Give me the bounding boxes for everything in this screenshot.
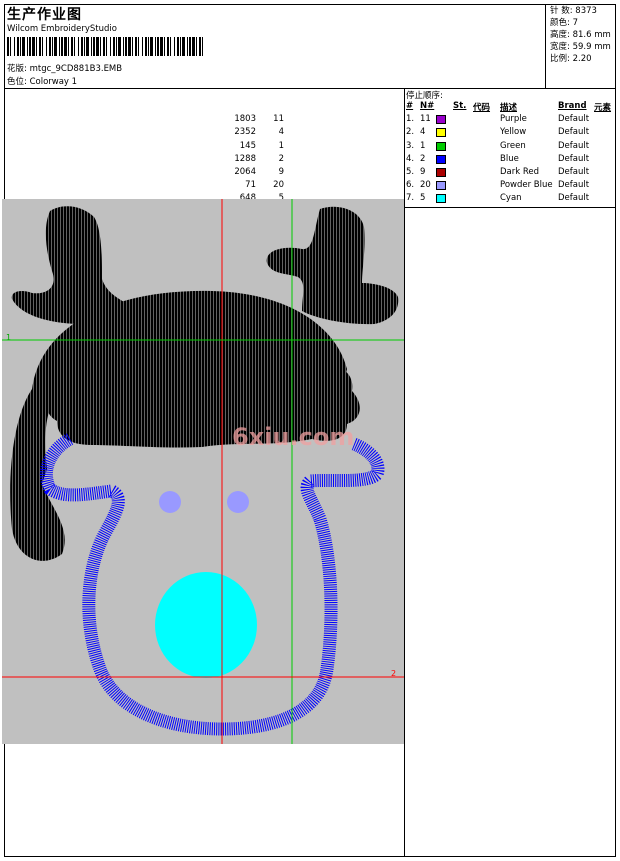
design-file-label: 花版:: [7, 64, 27, 74]
page-title: 生产作业图: [7, 7, 82, 23]
code-cell: 9: [278, 166, 284, 177]
code-cell: 20: [273, 180, 284, 191]
desc-cell: Yellow: [500, 127, 527, 138]
col-brand: Brand: [558, 101, 587, 111]
brand-cell: Default: [558, 180, 590, 191]
guide-label-2: 2: [391, 669, 396, 678]
col-needle: N#: [420, 101, 435, 111]
code-cell: 2: [278, 153, 284, 164]
seq-cell: 1.: [406, 114, 415, 125]
color-swatch: [436, 181, 446, 191]
needle-cell: 9: [420, 166, 426, 177]
seq-cell: 4.: [406, 153, 415, 164]
brand-cell: Default: [558, 193, 590, 204]
needle-cell: 1: [420, 140, 426, 151]
stat-scale: 比例: 2.20: [550, 54, 592, 64]
design-file-name: mtgc_9CD881B3.EMB: [29, 64, 123, 74]
stitches-cell: 2064: [234, 166, 256, 177]
brand-cell: Default: [558, 153, 590, 164]
table-bottom: [404, 207, 616, 208]
stat-colors: 颜色: 7: [550, 18, 578, 28]
colorway-row: 色位: Colorway 1: [7, 75, 77, 87]
col-element: 元素: [594, 103, 612, 113]
desc-cell: Blue: [500, 153, 519, 164]
color-swatch: [436, 115, 446, 125]
brand-cell: Default: [558, 166, 590, 177]
stats-panel: 针 数: 8373 颜色: 7 高度: 81.6 mm 宽度: 59.9 mm …: [550, 5, 611, 65]
software-name: Wilcom EmbroideryStudio: [7, 24, 117, 34]
needle-cell: 5: [420, 193, 426, 204]
colorway-name: Colorway 1: [29, 77, 78, 87]
seq-cell: 2.: [406, 127, 415, 138]
needle-cell: 20: [420, 180, 431, 191]
stitches-cell: 71: [245, 180, 256, 191]
col-seq: #: [406, 101, 414, 111]
seq-cell: 7.: [406, 193, 415, 204]
stat-height: 高度: 81.6 mm: [550, 30, 611, 40]
stitches-cell: 2352: [234, 127, 256, 138]
nose: [155, 572, 257, 678]
barcode: [7, 37, 203, 56]
desc-cell: Purple: [500, 114, 527, 125]
stitches-cell: 1288: [234, 153, 256, 164]
header-divider: [4, 88, 616, 89]
stop-sequence-title: 停止顺序:: [406, 91, 443, 101]
guide-label-1: 1: [6, 333, 11, 342]
col-code: 代码: [473, 103, 491, 113]
color-swatch: [436, 154, 446, 164]
seq-cell: 5.: [406, 166, 415, 177]
col-stitches: St.: [453, 101, 467, 111]
stitches-cell: 1803: [234, 114, 256, 125]
seq-cell: 3.: [406, 140, 415, 151]
needle-cell: 11: [420, 114, 431, 125]
stat-width: 宽度: 59.9 mm: [550, 42, 611, 52]
code-cell: 11: [273, 114, 284, 125]
colorway-label: 色位:: [7, 77, 27, 87]
col-desc: 描述: [500, 103, 518, 113]
watermark: 6xiu.com: [232, 423, 354, 451]
code-cell: 1: [278, 140, 284, 151]
brand-cell: Default: [558, 127, 590, 138]
color-swatch: [436, 128, 446, 138]
eye-left: [159, 491, 181, 513]
brand-cell: Default: [558, 140, 590, 151]
seq-cell: 6.: [406, 180, 415, 191]
design-preview: 1 2 6xiu.com: [2, 199, 404, 744]
design-file-row: 花版: mtgc_9CD881B3.EMB: [7, 62, 122, 74]
stitches-cell: 145: [239, 140, 256, 151]
desc-cell: Cyan: [500, 193, 522, 204]
stats-divider: [545, 4, 546, 88]
code-cell: 4: [278, 127, 284, 138]
needle-cell: 2: [420, 153, 426, 164]
table-divider: [404, 88, 405, 857]
needle-cell: 4: [420, 127, 426, 138]
desc-cell: Powder Blue: [500, 180, 553, 191]
color-swatch: [436, 167, 446, 177]
desc-cell: Green: [500, 140, 526, 151]
color-swatch: [436, 194, 446, 204]
brand-cell: Default: [558, 114, 590, 125]
stat-stitches: 针 数: 8373: [550, 6, 597, 16]
color-swatch: [436, 141, 446, 151]
desc-cell: Dark Red: [500, 166, 540, 177]
eye-right: [227, 491, 249, 513]
